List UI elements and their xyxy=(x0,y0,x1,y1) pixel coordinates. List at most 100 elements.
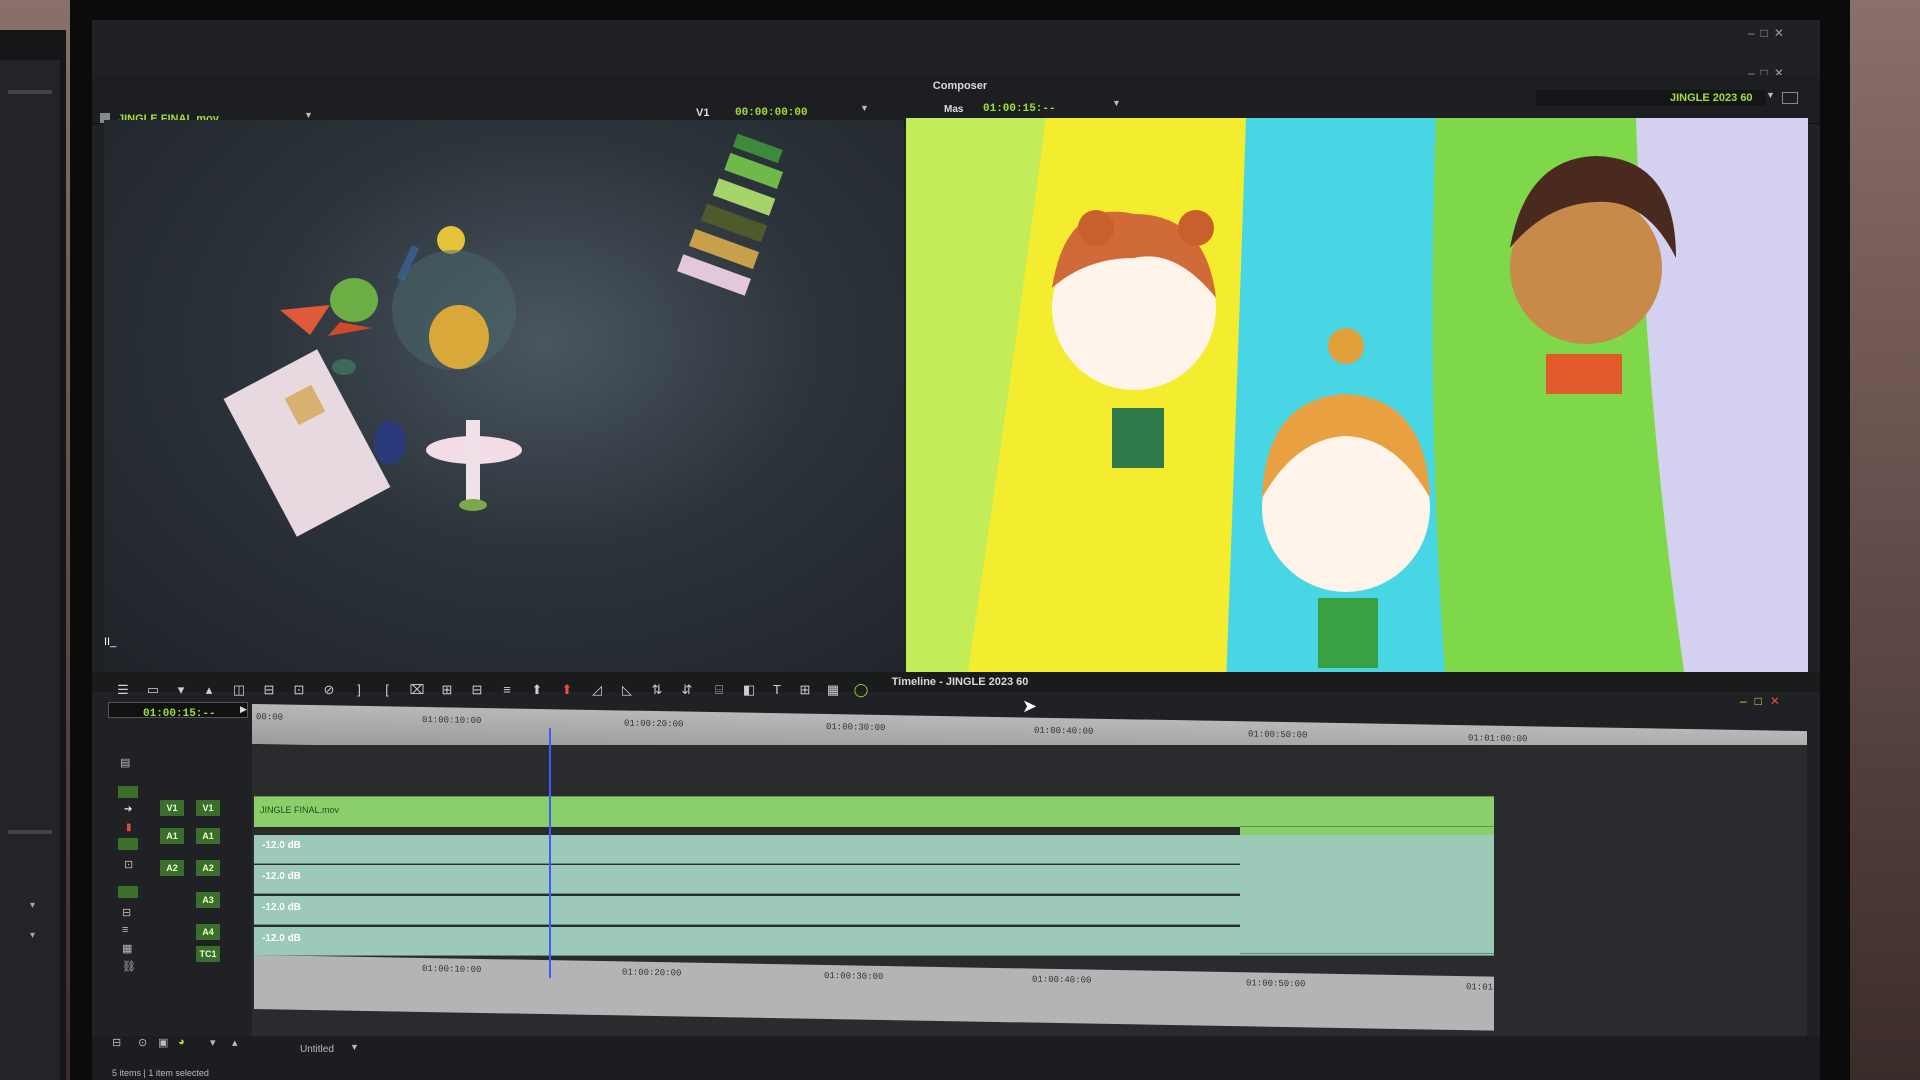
bin-list-icon[interactable]: ⊟ xyxy=(112,1036,121,1049)
record-toggle-icon[interactable]: ◯ xyxy=(852,681,870,699)
mark-in-down-icon[interactable]: ▾ xyxy=(172,681,190,699)
chevron-down-icon[interactable]: ▾ xyxy=(30,930,35,941)
splice-in-icon[interactable]: ⊟ xyxy=(260,681,278,699)
slip-icon[interactable]: ◺ xyxy=(618,681,636,699)
lift-icon[interactable]: ⊟ xyxy=(468,681,486,699)
tc-tick-label: 01:00:20:00 xyxy=(622,967,682,979)
lift-overwrite-icon[interactable]: ⇅ xyxy=(648,681,666,699)
record-timecode: 01:00:15:-- xyxy=(983,103,1056,115)
a1-volume: -12.0 dB xyxy=(262,840,301,851)
chevron-down-icon[interactable]: ▾ xyxy=(210,1036,216,1049)
clear-marks-icon[interactable]: ⌧ xyxy=(408,681,426,699)
record-viewer[interactable] xyxy=(906,118,1808,684)
mouse-pointer-icon: ➤ xyxy=(1022,696,1038,716)
trim-icon[interactable]: ◿ xyxy=(588,681,606,699)
chevron-down-icon[interactable]: ▼ xyxy=(1112,98,1121,108)
record-track-a4[interactable]: A4 xyxy=(196,924,220,940)
source-timecode: 00:00:00:00 xyxy=(735,107,808,119)
status-text: 5 items | 1 item selected xyxy=(112,1068,209,1078)
source-track-v1[interactable]: V1 xyxy=(160,800,184,816)
chevron-down-icon[interactable]: ▼ xyxy=(860,103,869,113)
sequence-name[interactable]: JINGLE 2023 60 xyxy=(1670,92,1753,104)
render-icon[interactable]: ⊞ xyxy=(796,681,814,699)
record-track-a3[interactable]: A3 xyxy=(196,892,220,908)
video-monitor-icon[interactable] xyxy=(118,786,138,798)
list-icon[interactable]: ▦ xyxy=(824,681,842,699)
record-frame-image xyxy=(906,118,1808,684)
a3-volume: -12.0 dB xyxy=(262,902,301,913)
tc-tick-label: 01:00:40:00 xyxy=(1032,974,1092,986)
ruler-tick-label: 01:01:00:00 xyxy=(1468,733,1528,745)
tc-tick-label: 01:01 xyxy=(1466,982,1494,993)
audio-clip-tail[interactable] xyxy=(1240,863,1494,954)
bin-view-select[interactable]: Untitled xyxy=(300,1044,334,1055)
record-icon[interactable]: ▮ xyxy=(126,822,132,833)
record-track-v1[interactable]: V1 xyxy=(196,800,220,816)
chevron-up-icon[interactable]: ▴ xyxy=(232,1036,238,1049)
settings-icon[interactable]: ⊙ xyxy=(138,1036,147,1049)
record-track-a1[interactable]: A1 xyxy=(196,828,220,844)
title-icon[interactable]: T xyxy=(768,681,786,699)
source-track-a1[interactable]: A1 xyxy=(160,828,184,844)
a2-volume: -12.0 dB xyxy=(262,871,301,882)
record-track-tc1[interactable]: TC1 xyxy=(196,946,220,962)
left-monitor-panel: ▾ ▾ xyxy=(0,60,60,1080)
frame-marker: II_ xyxy=(104,636,117,648)
ruler-tick-label: 01:00:10:00 xyxy=(422,714,482,727)
timeline-timecode-field[interactable]: 01:00:15:-- xyxy=(108,702,248,720)
arrow-right-icon[interactable]: ➔ xyxy=(124,804,132,815)
timeline-view-icon[interactable] xyxy=(118,886,138,898)
source-viewer[interactable]: II_ xyxy=(104,120,904,672)
add-edit-icon[interactable]: ⬆ xyxy=(528,681,546,699)
record-track-a2[interactable]: A2 xyxy=(196,860,220,876)
play-icon[interactable]: ▶ xyxy=(240,704,247,715)
ruler-tick-label: 01:00:30:00 xyxy=(826,722,886,734)
video-clip-name: JINGLE FINAL.mov xyxy=(260,805,340,815)
timeline-window-controls[interactable]: –□✕ xyxy=(1740,694,1788,708)
audio-clip-a1[interactable] xyxy=(254,835,1494,864)
ruler-tick-label: 00:00 xyxy=(256,712,284,723)
palette-icon[interactable]: ◕ xyxy=(178,1036,185,1048)
effect-icon[interactable]: ◧ xyxy=(740,681,758,699)
settings-icon[interactable]: ⊟ xyxy=(122,906,131,919)
source-track-a2[interactable]: A2 xyxy=(160,860,184,876)
a4-volume: -12.0 dB xyxy=(262,933,301,944)
disable-icon[interactable]: ⊘ xyxy=(320,681,338,699)
chevron-down-icon[interactable]: ▼ xyxy=(350,1042,359,1052)
red-marker-icon[interactable]: ⬆ xyxy=(558,681,576,699)
audio-monitor-icon[interactable] xyxy=(118,838,138,850)
chevron-down-icon[interactable]: ▼ xyxy=(1766,90,1775,100)
mark-in-up-icon[interactable]: ▴ xyxy=(200,681,218,699)
chevron-down-icon[interactable]: ▼ xyxy=(304,110,313,120)
ruler-tick-label: 01:00:50:00 xyxy=(1248,729,1308,741)
source-frame-image xyxy=(223,133,784,537)
segment-icon[interactable]: ◫ xyxy=(230,681,248,699)
grid-icon[interactable]: ▦ xyxy=(122,942,132,955)
sync-icon[interactable]: ⊡ xyxy=(124,858,133,871)
link-icon[interactable]: ⛓ xyxy=(122,960,136,973)
bin-icon[interactable]: ▣ xyxy=(158,1036,168,1049)
chevron-down-icon[interactable]: ▾ xyxy=(30,900,35,911)
overwrite-icon[interactable]: ⊡ xyxy=(290,681,308,699)
tc-tick-label: 01:00:50:00 xyxy=(1246,978,1306,990)
track-menu-icon[interactable]: ▤ xyxy=(120,756,130,769)
toggle-source-record-icon[interactable]: ▭ xyxy=(144,681,162,699)
playhead[interactable] xyxy=(549,728,552,978)
ruler-tick-label: 01:00:40:00 xyxy=(1034,725,1094,737)
tc-tick-label: 01:00:10:00 xyxy=(422,963,482,975)
mark-in-icon[interactable]: [ xyxy=(378,681,396,699)
window-controls[interactable]: –□✕ xyxy=(1748,26,1790,40)
extract-icon[interactable]: ≡ xyxy=(498,681,516,699)
timeline-timecode: 01:00:15:-- xyxy=(143,708,216,720)
match-frame-icon[interactable]: ⌸ xyxy=(710,681,728,699)
list-view-icon[interactable]: ≡ xyxy=(122,924,128,936)
mark-clip-icon[interactable]: ⊞ xyxy=(438,681,456,699)
mas-label: Mas xyxy=(944,104,964,115)
video-clip[interactable]: JINGLE FINAL.mov xyxy=(254,796,1494,827)
mark-out-icon[interactable]: ] xyxy=(350,681,368,699)
track-selector[interactable]: V1 xyxy=(696,107,709,119)
fast-menu-icon[interactable] xyxy=(1782,92,1798,104)
extract-splice-icon[interactable]: ⇵ xyxy=(678,681,696,699)
menu-icon[interactable]: ☰ xyxy=(114,681,132,699)
tc-tick-label: 01:00:30:00 xyxy=(824,970,884,982)
